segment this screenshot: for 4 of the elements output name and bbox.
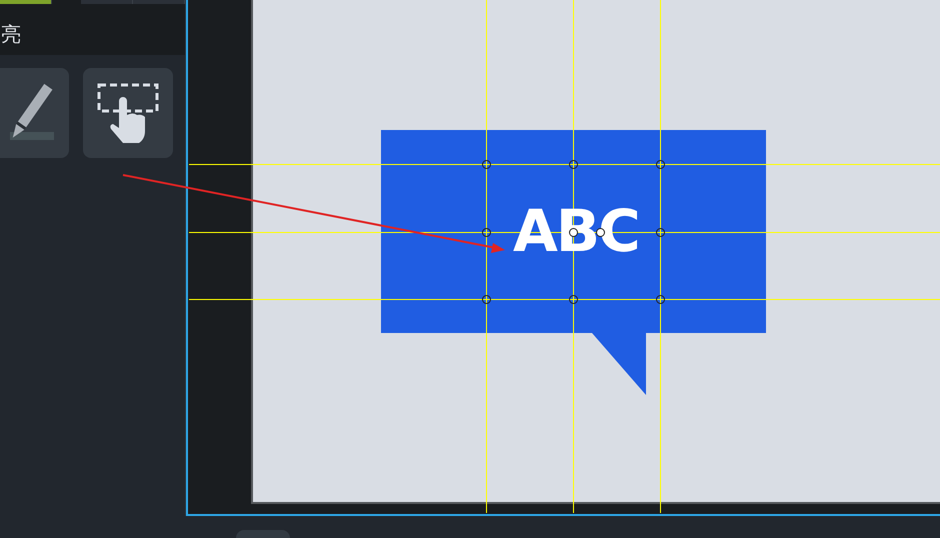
panel-title: 亮 [1,24,21,44]
tap-select-icon [97,83,159,143]
select-tool-button[interactable] [83,68,173,158]
pen-tool-button[interactable] [0,68,69,158]
